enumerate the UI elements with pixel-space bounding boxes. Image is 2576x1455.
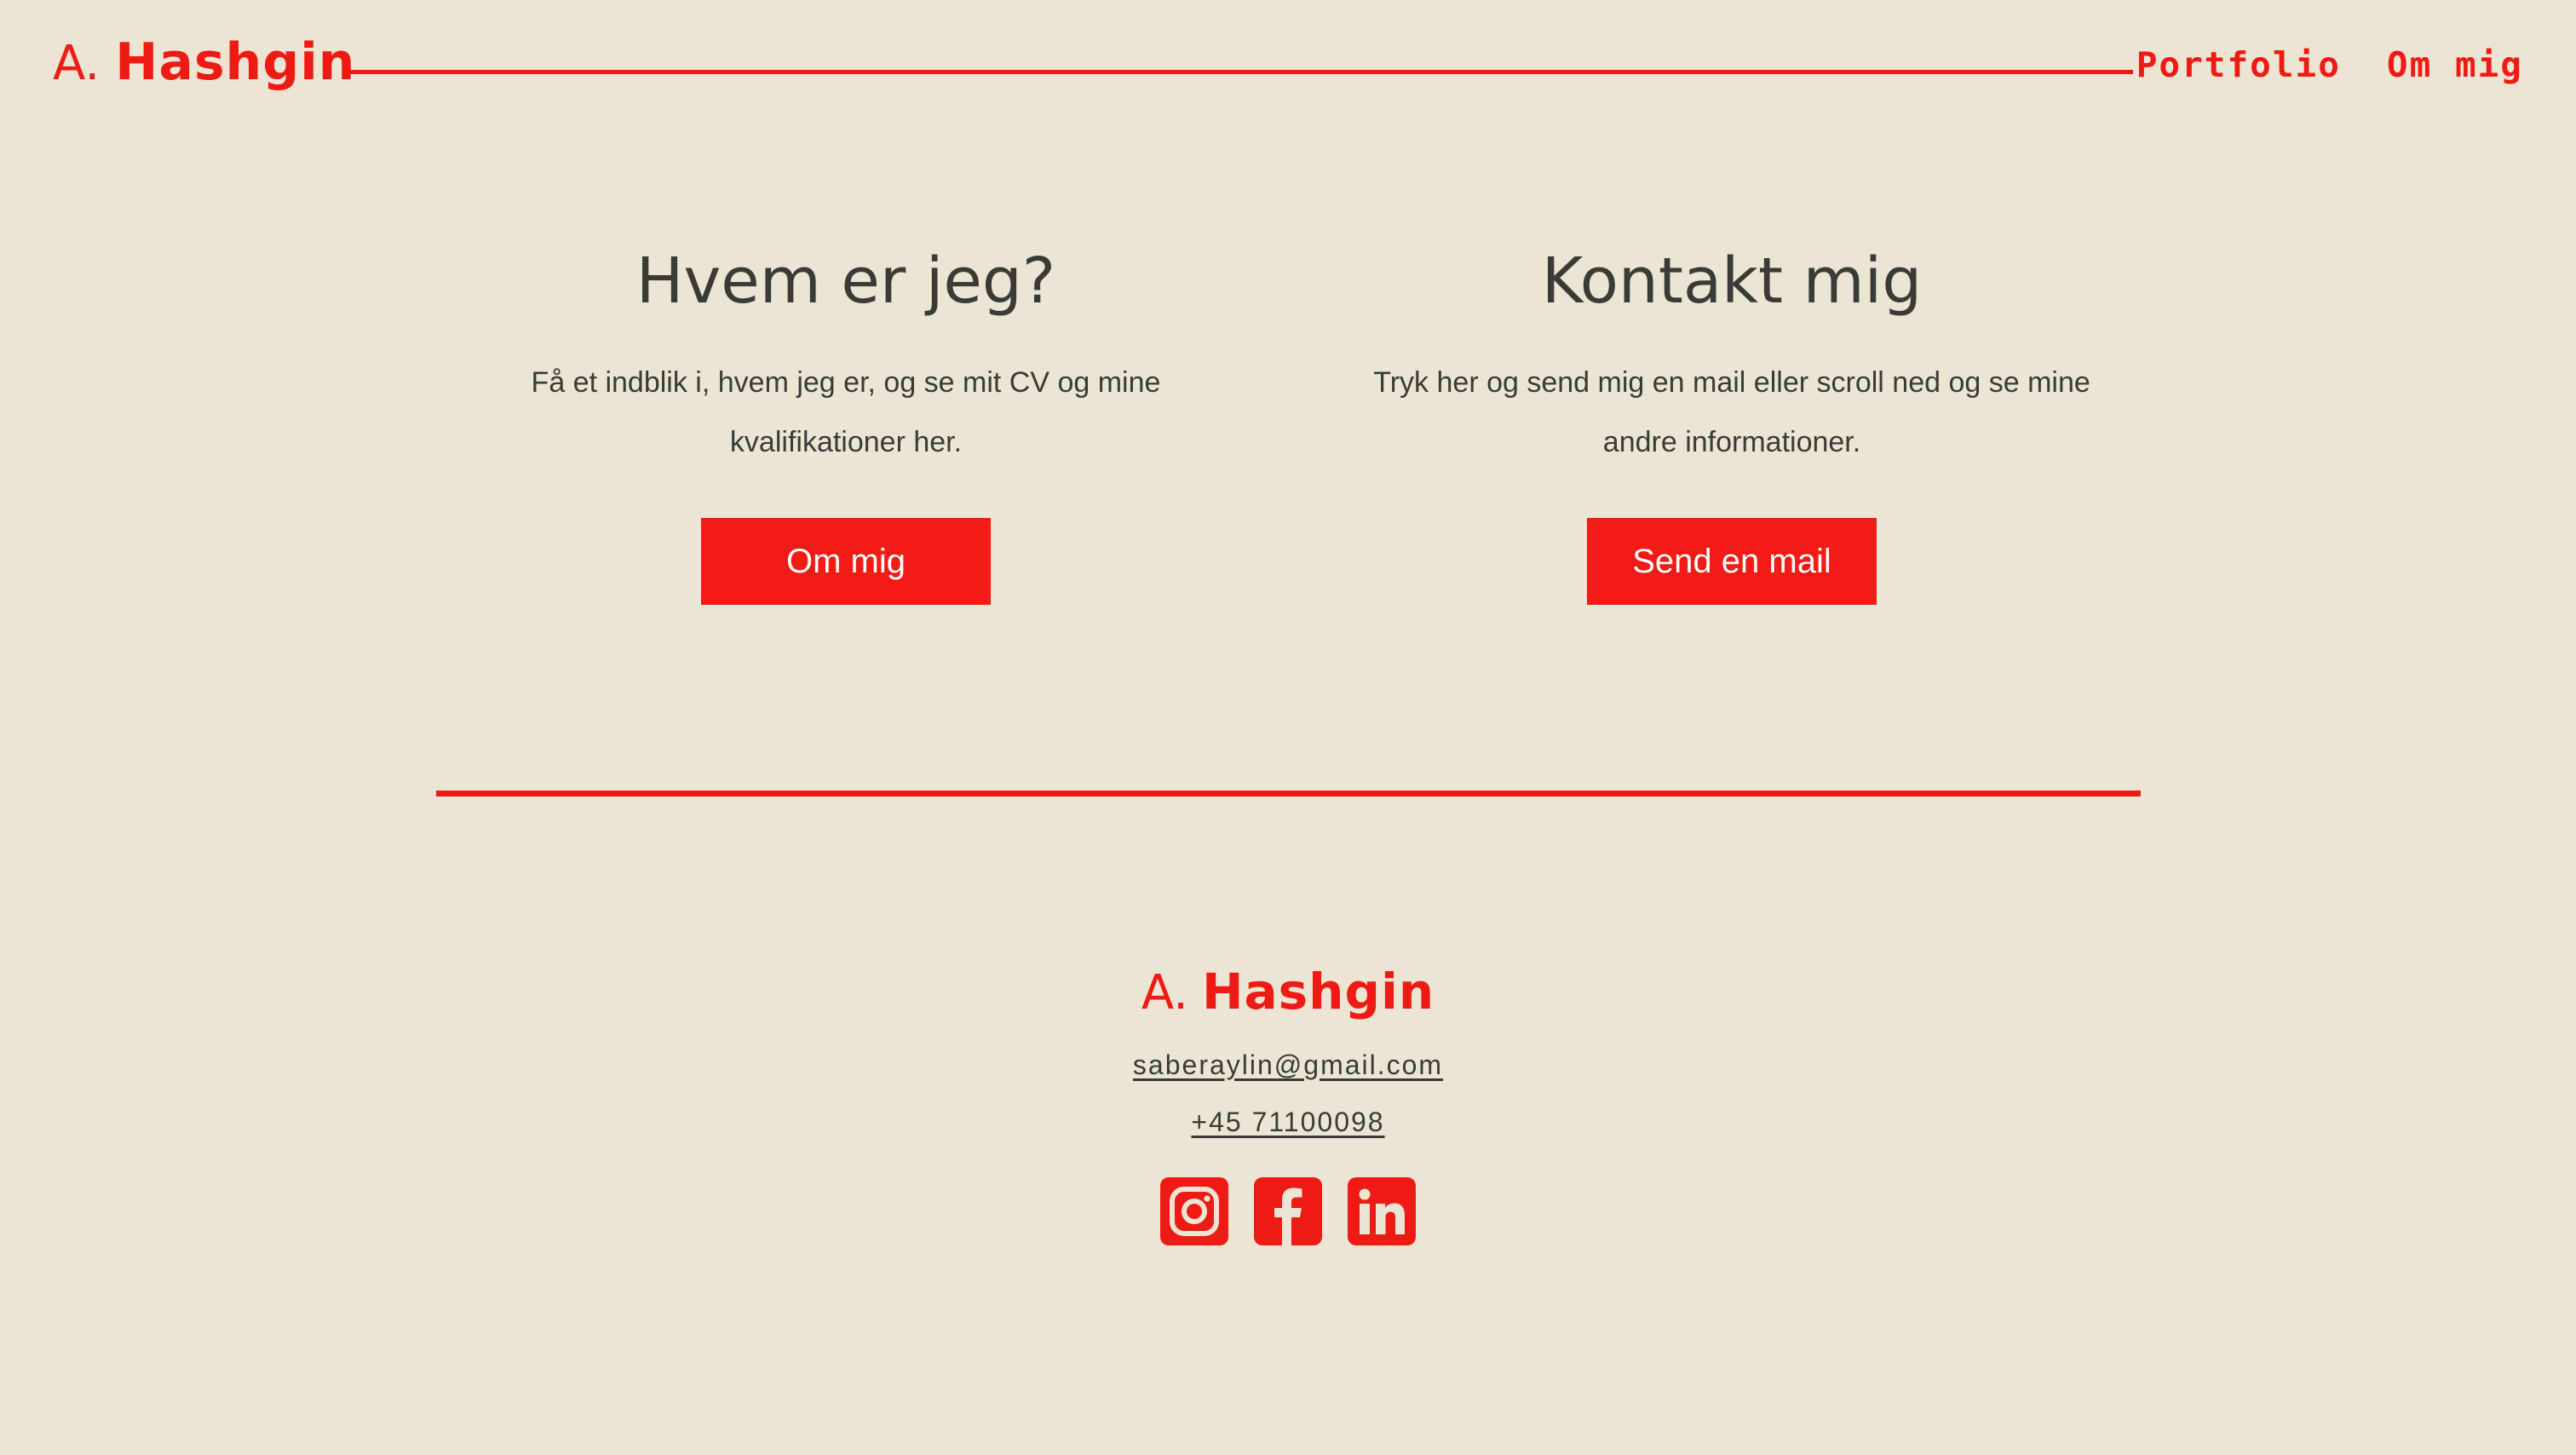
page: A. Hashgin Portfolio Om mig Hvem er jeg?… (0, 0, 2576, 1455)
section-divider (436, 791, 2141, 797)
about-button[interactable]: Om mig (701, 518, 991, 605)
nav-item-om-mig[interactable]: Om mig (2387, 44, 2523, 85)
about-section: Hvem er jeg? Få et indblik i, hvem jeg e… (437, 239, 1255, 605)
about-heading: Hvem er jeg? (635, 244, 1056, 318)
footer-phone-link[interactable]: +45 71100098 (1191, 1107, 1384, 1138)
facebook-link[interactable] (1254, 1177, 1322, 1245)
facebook-icon (1254, 1177, 1322, 1245)
site-logo[interactable]: A. Hashgin (53, 32, 356, 109)
nav-item-portfolio[interactable]: Portfolio (2136, 44, 2341, 85)
site-footer: A. Hashgin saberaylin@gmail.com +45 7110… (0, 963, 2576, 1245)
logo-initial: A. (53, 36, 101, 91)
linkedin-link[interactable] (1348, 1177, 1416, 1245)
linkedin-icon (1348, 1177, 1416, 1245)
footer-logo: A. Hashgin (1141, 963, 1435, 1021)
logo-name: Hashgin (115, 32, 356, 92)
instagram-link[interactable] (1160, 1177, 1228, 1245)
contact-heading: Kontakt mig (1541, 244, 1923, 318)
about-text: Få et indblik i, hvem jeg er, og se mit … (531, 366, 1161, 458)
main-nav: Portfolio Om mig (2136, 44, 2523, 85)
social-links (0, 1177, 2576, 1245)
instagram-icon (1160, 1177, 1228, 1245)
footer-email-link[interactable]: saberaylin@gmail.com (1133, 1050, 1443, 1081)
contact-section: Kontakt mig Tryk her og send mig en mail… (1323, 239, 2141, 605)
site-header: A. Hashgin Portfolio Om mig (0, 0, 2576, 145)
header-divider-line (342, 70, 2133, 74)
footer-logo-initial: A. (1141, 965, 1188, 1021)
contact-text: Tryk her og send mig en mail eller scrol… (1373, 366, 2090, 458)
send-mail-button[interactable]: Send en mail (1587, 518, 1877, 605)
footer-logo-name: Hashgin (1201, 963, 1435, 1021)
